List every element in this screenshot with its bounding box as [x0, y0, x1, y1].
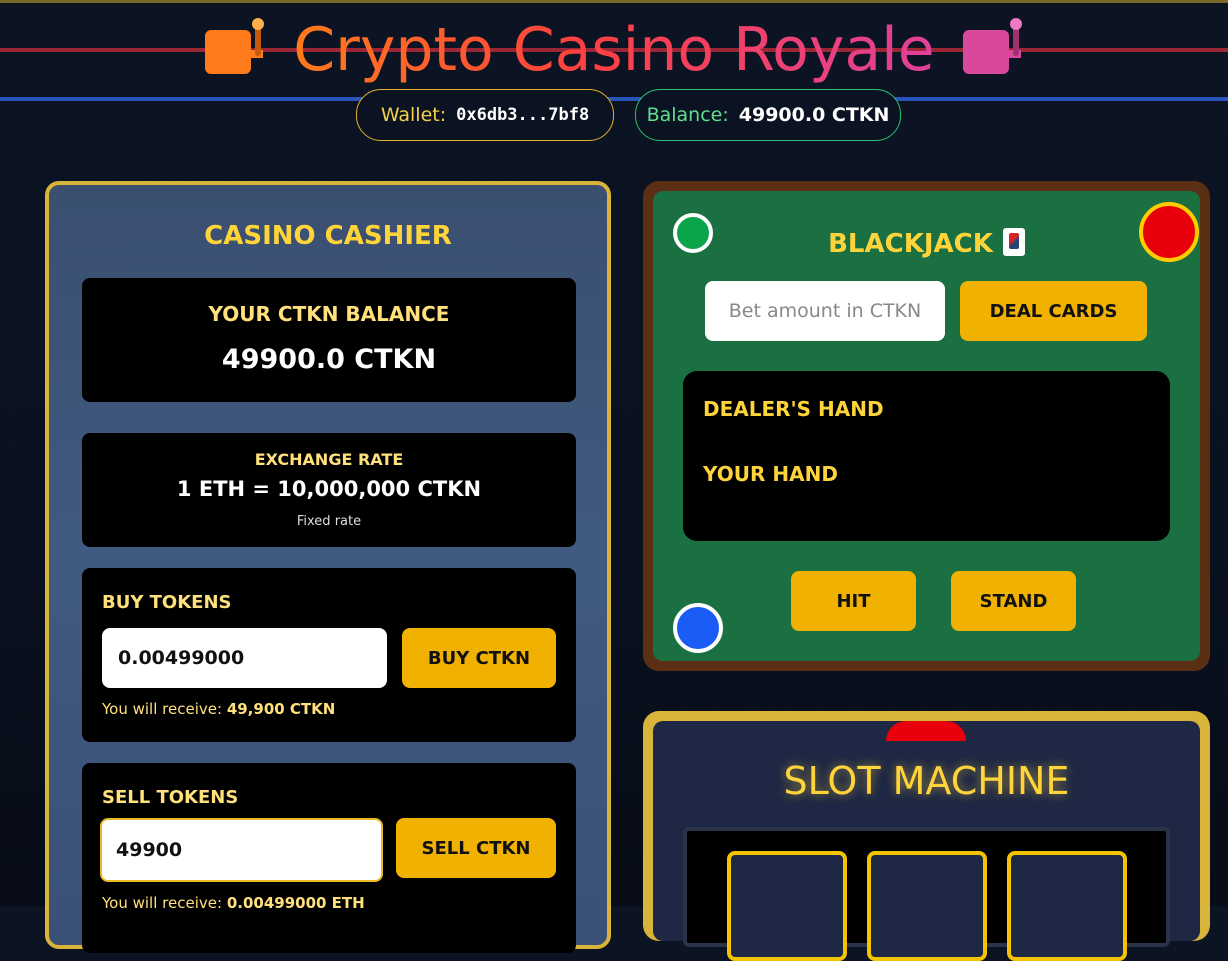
page-title: Crypto Casino Royale [293, 12, 934, 88]
slot-machine-panel: SLOT MACHINE [643, 711, 1210, 961]
exchange-rate-card: EXCHANGE RATE 1 ETH = 10,000,000 CTKN Fi… [82, 433, 576, 547]
player-hand-label: YOUR HAND [703, 462, 838, 486]
slot-machine-title: SLOT MACHINE [783, 759, 1070, 803]
sell-receive-value: 0.00499000 ETH [226, 894, 365, 912]
slot-lamp-icon [886, 721, 966, 741]
header-top-rule [0, 0, 1228, 3]
slot-machine-icon [205, 18, 265, 78]
blackjack-felt: BLACKJACK DEAL CARDS DEALER'S HAND YOUR … [653, 191, 1200, 661]
sell-receive-text: You will receive: 0.00499000 ETH [102, 894, 365, 912]
joker-card-icon [1002, 227, 1025, 256]
blackjack-title: BLACKJACK [653, 227, 1200, 259]
slot-machine-body: SLOT MACHINE [653, 721, 1200, 961]
exchange-rate-value: 1 ETH = 10,000,000 CTKN [176, 477, 482, 501]
blackjack-title-text: BLACKJACK [828, 229, 993, 259]
blackjack-table: BLACKJACK DEAL CARDS DEALER'S HAND YOUR … [643, 181, 1210, 671]
wallet-address: 0x6db3...7bf8 [456, 105, 590, 125]
buy-receive-prefix: You will receive: [102, 700, 223, 718]
sell-amount-input[interactable] [100, 818, 383, 882]
deal-cards-button[interactable]: DEAL CARDS [960, 281, 1147, 341]
casino-cashier-panel: CASINO CASHIER YOUR CTKN BALANCE 49900.0… [45, 181, 611, 953]
dealer-hand-label: DEALER'S HAND [703, 397, 884, 421]
balance-value: 49900.0 CTKN [738, 104, 890, 126]
buy-tokens-label: BUY TOKENS [102, 592, 232, 613]
exchange-rate-note: Fixed rate [296, 514, 362, 529]
buy-receive-text: You will receive: 49,900 CTKN [102, 700, 335, 718]
slot-machine-icon [962, 18, 1023, 78]
buy-tokens-card: BUY TOKENS BUY CTKN You will receive: 49… [82, 568, 576, 742]
ctkn-balance-value: 49900.0 CTKN [221, 344, 437, 375]
ctkn-balance-label: YOUR CTKN BALANCE [208, 302, 450, 326]
header-blue-rule [0, 97, 1228, 101]
balance-label: Balance: [646, 104, 729, 126]
hands-panel: DEALER'S HAND YOUR HAND [683, 371, 1170, 541]
blue-chip-icon [673, 603, 723, 653]
sell-tokens-card: SELL TOKENS SELL CTKN You will receive: … [82, 763, 576, 953]
buy-receive-value: 49,900 CTKN [226, 700, 336, 718]
wallet-label: Wallet: [380, 104, 447, 126]
slot-reel-1 [727, 851, 847, 961]
slot-reel-2 [867, 851, 987, 961]
sell-receive-prefix: You will receive: [102, 894, 223, 912]
header: Crypto Casino Royale [0, 12, 1228, 88]
hit-button[interactable]: HIT [791, 571, 916, 631]
stand-button[interactable]: STAND [951, 571, 1076, 631]
reel-frame [683, 827, 1170, 961]
exchange-rate-label: EXCHANGE RATE [254, 450, 404, 469]
slot-reel-3 [1007, 851, 1127, 961]
ctkn-balance-card: YOUR CTKN BALANCE 49900.0 CTKN [82, 278, 576, 402]
buy-ctkn-button[interactable]: BUY CTKN [402, 628, 556, 688]
sell-tokens-label: SELL TOKENS [102, 787, 239, 808]
balance-badge: Balance: 49900.0 CTKN [635, 89, 901, 141]
wallet-badge: Wallet: 0x6db3...7bf8 [356, 89, 614, 141]
bet-amount-input[interactable] [705, 281, 945, 341]
cashier-title: CASINO CASHIER [204, 221, 452, 251]
sell-ctkn-button[interactable]: SELL CTKN [396, 818, 556, 878]
buy-amount-input[interactable] [102, 628, 387, 688]
